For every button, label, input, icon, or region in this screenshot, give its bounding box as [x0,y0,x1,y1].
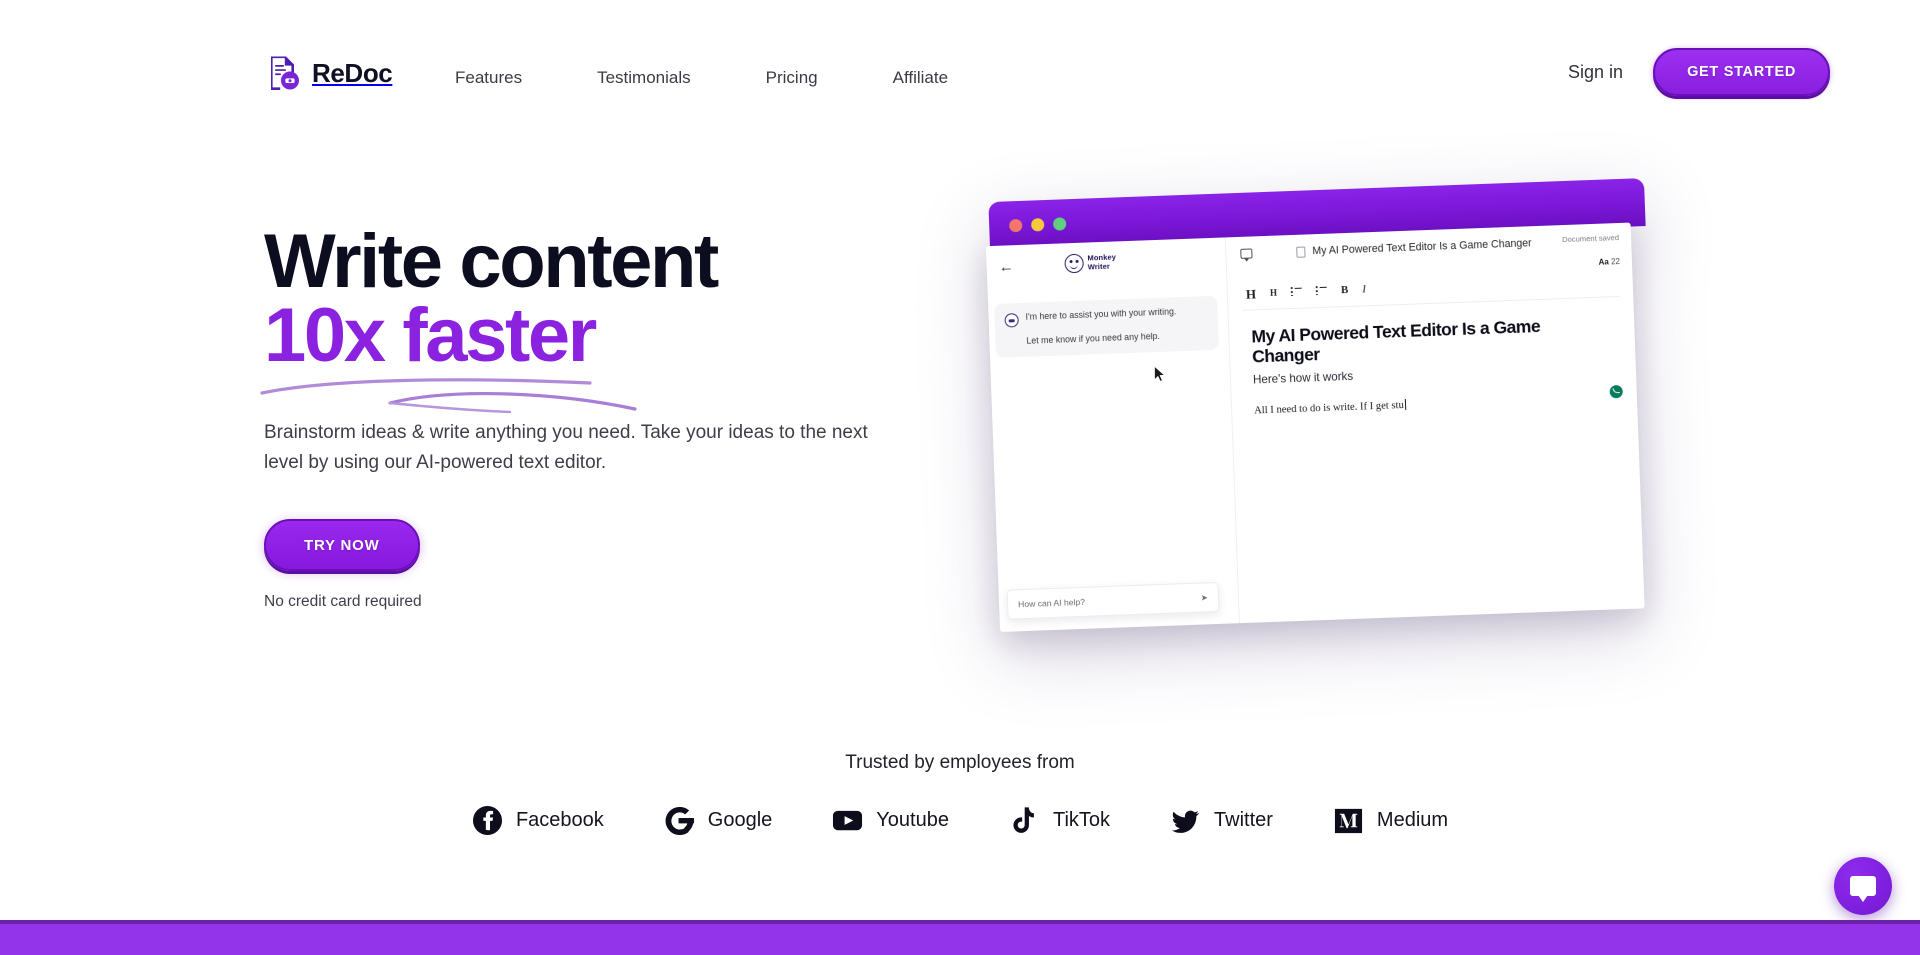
brand-logo-link[interactable]: ReDoc [268,54,393,92]
document-chat-icon [271,56,299,90]
header-actions: Sign in GET STARTED [1568,48,1920,96]
window-maximize-dot[interactable] [1052,216,1067,231]
back-icon[interactable]: ← [998,258,1014,276]
nav-item-pricing[interactable]: Pricing [766,62,818,94]
monkey-face-icon [1064,253,1084,274]
brand-label: Youtube [876,809,949,831]
mock-document-body[interactable]: My AI Powered Text Editor Is a Game Chan… [1229,297,1638,417]
brand-label: TikTok [1052,809,1111,831]
mock-sidebar-header: ← Monkey Writer [986,237,1226,288]
product-screenshot-mockup: ← Monkey Writer I'm here to assist you w… [985,178,1672,640]
nav-item-features[interactable]: Features [455,62,522,94]
twitter-icon [1171,810,1200,833]
heading2-icon[interactable]: H [1270,287,1277,297]
bullet-list-icon[interactable] [1290,287,1302,297]
facebook-icon [472,805,502,836]
window-close-dot[interactable] [1008,218,1023,232]
tiktok-icon [1013,807,1034,833]
mock-font-size-control[interactable]: Aa 22 [1598,257,1620,267]
underline-swoosh-icon [260,378,637,414]
hero-heading-line2: 10x faster [264,292,597,378]
brand-name: ReDoc [312,57,393,88]
document-icon [1296,246,1306,258]
heading1-icon[interactable]: H [1246,286,1257,301]
chat-bubble-icon [1850,876,1876,902]
brand-label: Medium [1376,809,1449,831]
mock-document-editor: My AI Powered Text Editor Is a Game Chan… [1225,222,1645,624]
window-minimize-dot[interactable] [1030,217,1045,232]
try-now-button[interactable]: TRY NOW [264,519,420,572]
brand-item-facebook[interactable]: Facebook [472,805,604,836]
brand-item-twitter[interactable]: Twitter [1170,805,1273,836]
mock-doc-paragraph: All I need to do is write. If I get stu [1253,398,1406,417]
brand-label: Google [707,809,773,831]
numbered-list-icon[interactable] [1315,286,1327,296]
site-header: ReDoc Features Testimonials Pricing Affi… [0,0,1920,122]
medium-icon [1334,808,1362,834]
mock-doc-title[interactable]: My AI Powered Text Editor Is a Game Chan… [1312,237,1532,257]
hero-heading-line1: Write content [264,219,719,304]
bold-icon[interactable]: B [1341,283,1349,295]
mock-chat-message: Let me know if you need any help. [1026,330,1161,346]
mouse-cursor-icon [1154,366,1165,382]
mock-chat-input[interactable]: How can AI help? ➤ [1006,581,1220,620]
brand-logos-row: Facebook Google Youtube TikTok Twitter M… [0,805,1920,836]
page-title: Write content 10x faster [260,224,904,414]
italic-icon[interactable]: I [1362,283,1366,295]
monkey-writer-label: Monkey Writer [1087,252,1117,271]
get-started-button[interactable]: GET STARTED [1653,48,1830,96]
nav-item-testimonials[interactable]: Testimonials [597,62,691,94]
nav-item-affiliate[interactable]: Affiliate [893,62,948,94]
google-icon [665,806,694,836]
brand-label: Facebook [515,809,604,831]
cta-note: No credit card required [264,593,422,611]
footer-bar [0,920,1920,955]
brand-item-tiktok[interactable]: TikTok [1009,805,1110,836]
send-icon[interactable]: ➤ [1201,592,1209,602]
brand-item-medium[interactable]: Medium [1333,805,1448,836]
trusted-by-label: Trusted by employees from [845,752,1075,773]
check-icon[interactable] [1609,384,1623,399]
mock-chat-input-placeholder: How can AI help? [1017,596,1086,610]
speech-bubble-icon[interactable] [1240,248,1253,259]
brand-item-youtube[interactable]: Youtube [832,805,949,836]
brand-item-google[interactable]: Google [664,805,773,836]
bot-avatar-icon [1004,313,1019,328]
mock-ai-sidebar: ← Monkey Writer I'm here to assist you w… [985,237,1240,632]
mock-save-status: Document saved [1561,233,1620,245]
sign-in-link[interactable]: Sign in [1568,62,1623,83]
mock-chat-input-wrap: How can AI help? ➤ [1006,581,1220,620]
brand-label: Twitter [1214,809,1273,831]
mock-doc-heading: My AI Powered Text Editor Is a Game Chan… [1251,315,1541,367]
mock-chat-message: I'm here to assist you with your writing… [1025,306,1177,322]
main-nav: Features Testimonials Pricing Affiliate [455,62,948,94]
hero-subheading: Brainstorm ideas & write anything you ne… [264,422,868,473]
mock-window-body: ← Monkey Writer I'm here to assist you w… [985,222,1645,632]
mock-chat-message-group: I'm here to assist you with your writing… [994,295,1219,358]
youtube-icon [833,810,863,831]
chat-support-widget[interactable] [1834,857,1892,915]
hero-section: Write content 10x faster Brainstorm idea… [260,224,904,611]
monkey-writer-logo: Monkey Writer [1064,252,1117,274]
